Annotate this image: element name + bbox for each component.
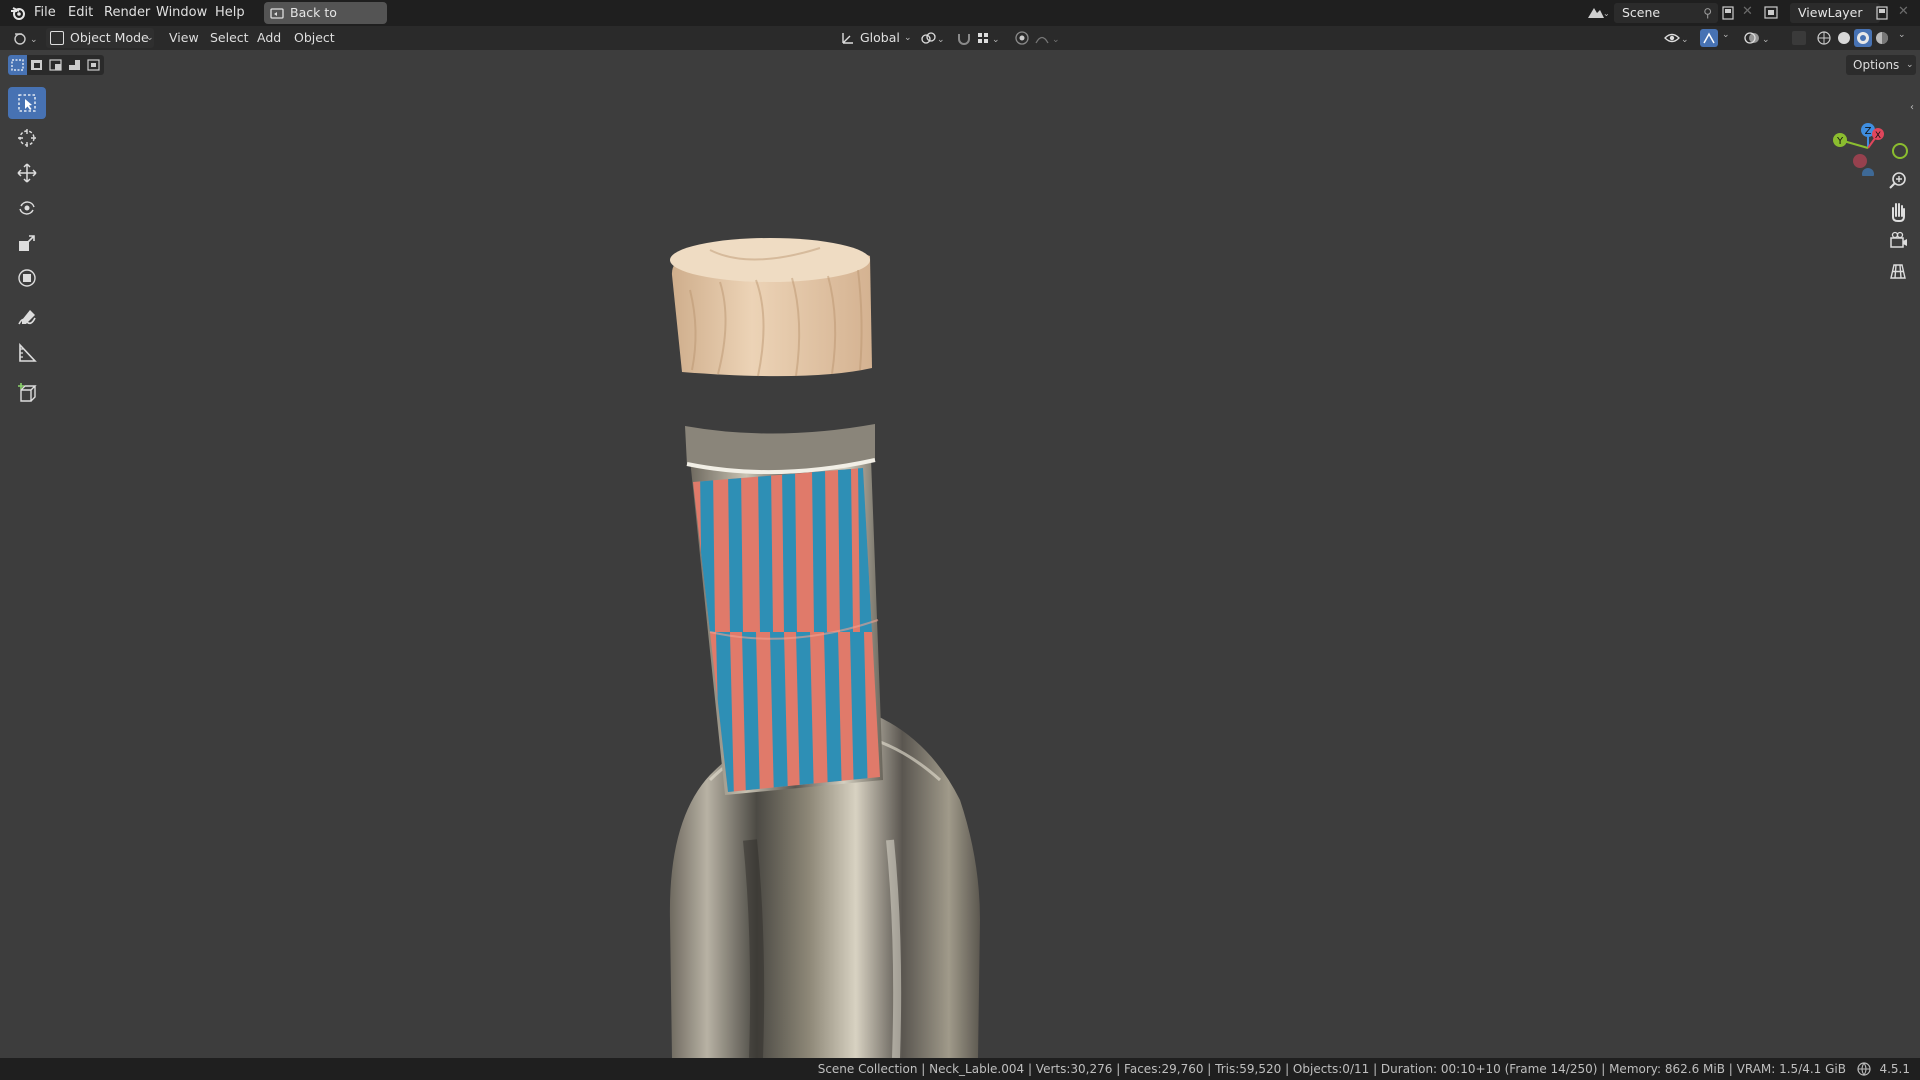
move-tool[interactable]: [8, 157, 46, 189]
object-mode-dropdown[interactable]: Object Mode ⌄: [46, 28, 154, 48]
label-stripe: [812, 468, 827, 632]
status-text: Scene Collection | Neck_Lable.004 | Vert…: [817, 1062, 1846, 1076]
overlays-icon[interactable]: ⌄: [1744, 30, 1770, 50]
pin-icon[interactable]: ⚲: [1703, 3, 1712, 23]
add-cube-tool[interactable]: [8, 377, 46, 409]
chevron-down-icon[interactable]: ⌄: [1898, 30, 1906, 40]
view-layer-field[interactable]: ViewLayer: [1790, 3, 1880, 23]
top-menu-bar: File Edit Render Window Help Back to Pre…: [0, 0, 1920, 42]
screen-icon: [270, 6, 284, 28]
bottle-render: [669, 238, 980, 1058]
version-label: 4.5.1: [1879, 1062, 1910, 1076]
options-label: Options: [1853, 58, 1900, 72]
falloff-icon[interactable]: ⌄: [1034, 30, 1062, 50]
svg-text:⌄: ⌄: [937, 35, 945, 45]
scene-icon[interactable]: ⌄: [1586, 5, 1610, 25]
gizmo-x-label: X: [1875, 131, 1881, 141]
menu-render[interactable]: Render: [98, 0, 156, 26]
3d-viewport[interactable]: Options ⌄ ‹ Z X Y: [0, 50, 1920, 1058]
label-stripe: [838, 468, 853, 632]
view-layer-label: ViewLayer: [1798, 5, 1863, 20]
navigation-gizmo[interactable]: Z X Y: [1826, 90, 1920, 176]
label-stripe: [728, 468, 743, 632]
scene-label: Scene: [1622, 5, 1661, 20]
transform-orientation-dropdown[interactable]: Global ⌄: [838, 28, 914, 48]
rendered-shading-icon[interactable]: [1874, 30, 1890, 50]
chevron-down-icon: ⌄: [904, 33, 912, 43]
svg-text:⌄: ⌄: [992, 35, 1000, 45]
options-dropdown[interactable]: Options ⌄: [1846, 55, 1916, 75]
label-stripe: [758, 468, 773, 632]
selection-mode-group: [8, 55, 104, 75]
xray-toggle-icon[interactable]: [1792, 31, 1806, 45]
select-new-icon[interactable]: [8, 55, 27, 75]
wireframe-shading-icon[interactable]: [1816, 30, 1832, 50]
editor-type-icon[interactable]: ⌄: [12, 30, 40, 50]
svg-text:⌄: ⌄: [1681, 35, 1689, 45]
chevron-down-icon: ⌄: [146, 33, 154, 43]
delete-scene-icon[interactable]: ✕: [1742, 4, 1753, 19]
menu-window[interactable]: Window: [150, 0, 213, 26]
menu-object[interactable]: Object: [294, 26, 335, 50]
svg-text:⌄: ⌄: [1052, 35, 1060, 45]
gizmo-neg-z: [1862, 168, 1874, 176]
menu-view[interactable]: View: [169, 26, 199, 50]
new-view-layer-icon[interactable]: [1874, 5, 1890, 25]
cursor-tool[interactable]: [8, 122, 46, 154]
rotate-tool[interactable]: [8, 192, 46, 224]
label-stripe: [782, 468, 797, 632]
blender-logo-icon[interactable]: [10, 5, 26, 21]
view-layer-icon[interactable]: [1764, 5, 1786, 25]
status-bar: Scene Collection | Neck_Lable.004 | Vert…: [0, 1058, 1920, 1080]
camera-view-icon[interactable]: [1884, 227, 1912, 255]
scene-field[interactable]: Scene ⚲: [1614, 3, 1718, 23]
menu-help[interactable]: Help: [209, 0, 251, 26]
measure-tool[interactable]: [8, 337, 46, 369]
solid-shading-icon[interactable]: [1836, 30, 1852, 50]
menu-select[interactable]: Select: [210, 26, 249, 50]
scale-tool[interactable]: [8, 227, 46, 259]
object-mode-icon: [50, 31, 64, 45]
orientation-label: Global: [860, 30, 900, 45]
orientation-icon: [840, 30, 856, 52]
material-preview-shading-icon[interactable]: [1854, 29, 1872, 47]
pivot-point-icon[interactable]: ⌄: [920, 30, 946, 50]
gizmo-neg-x: [1853, 154, 1867, 168]
transform-tool[interactable]: [8, 262, 46, 294]
select-intersect-icon[interactable]: [84, 55, 103, 75]
object-mode-label: Object Mode: [70, 30, 149, 45]
network-icon[interactable]: [1856, 1061, 1872, 1080]
proportional-edit-icon[interactable]: [1014, 30, 1030, 50]
visibility-icon[interactable]: ⌄: [1664, 30, 1690, 50]
chevron-down-icon[interactable]: ⌄: [1722, 30, 1730, 40]
select-invert-icon[interactable]: [65, 55, 84, 75]
menu-add[interactable]: Add: [257, 26, 281, 50]
annotate-tool[interactable]: [8, 302, 46, 334]
select-extend-icon[interactable]: [27, 55, 46, 75]
zoom-button[interactable]: [1884, 167, 1912, 195]
svg-text:⌄: ⌄: [1603, 9, 1608, 18]
delete-view-layer-icon[interactable]: ✕: [1898, 4, 1909, 19]
perspective-grid-icon[interactable]: [1884, 257, 1912, 285]
pan-hand-icon[interactable]: [1884, 197, 1912, 225]
back-to-previous-button[interactable]: Back to Previous: [264, 2, 387, 42]
viewport-header: ⌄ Object Mode ⌄ View Select Add Object G…: [0, 26, 1920, 50]
snap-toggle-icon[interactable]: [956, 30, 972, 50]
new-scene-icon[interactable]: [1720, 5, 1736, 25]
chevron-down-icon: ⌄: [1906, 60, 1914, 70]
select-box-tool[interactable]: [8, 87, 46, 119]
gizmo-neg-y: [1892, 143, 1908, 159]
label-stripe: [700, 468, 715, 632]
select-subtract-icon[interactable]: [46, 55, 65, 75]
gizmo-z-label: Z: [1865, 126, 1872, 137]
svg-text:⌄: ⌄: [1762, 35, 1770, 45]
gizmo-y-label: Y: [1836, 136, 1844, 147]
gizmo-toggle-icon[interactable]: [1700, 29, 1718, 47]
snap-target-icon[interactable]: ⌄: [976, 30, 1002, 50]
svg-text:⌄: ⌄: [30, 35, 38, 45]
menu-file[interactable]: File: [28, 0, 62, 26]
menu-edit[interactable]: Edit: [62, 0, 99, 26]
